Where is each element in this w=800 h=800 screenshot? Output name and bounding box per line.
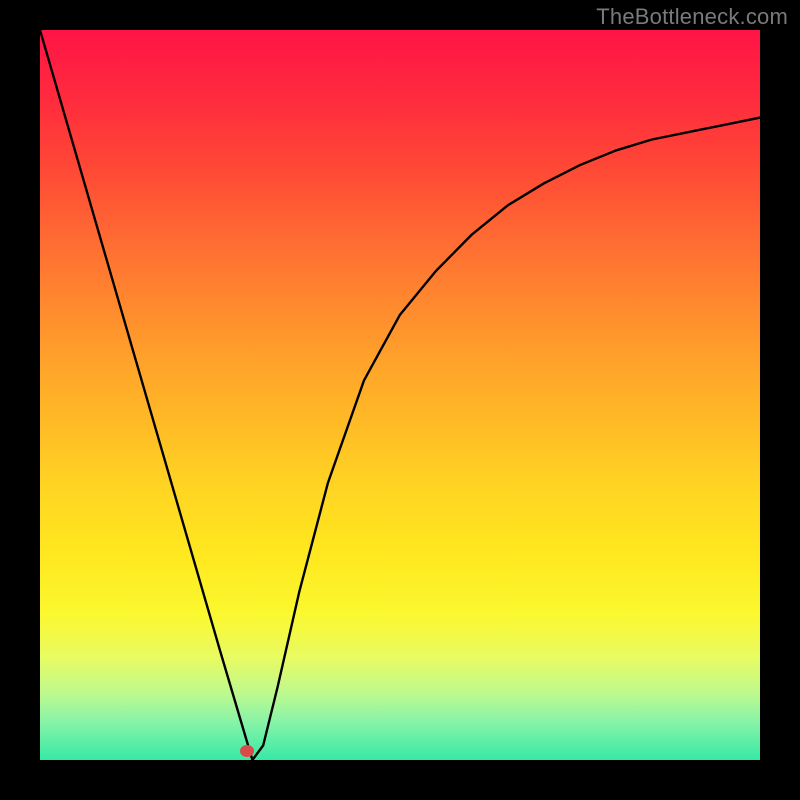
minimum-marker-icon xyxy=(240,745,254,757)
watermark-text: TheBottleneck.com xyxy=(596,4,788,30)
plot-background-gradient xyxy=(40,30,760,760)
chart-container: TheBottleneck.com xyxy=(0,0,800,800)
